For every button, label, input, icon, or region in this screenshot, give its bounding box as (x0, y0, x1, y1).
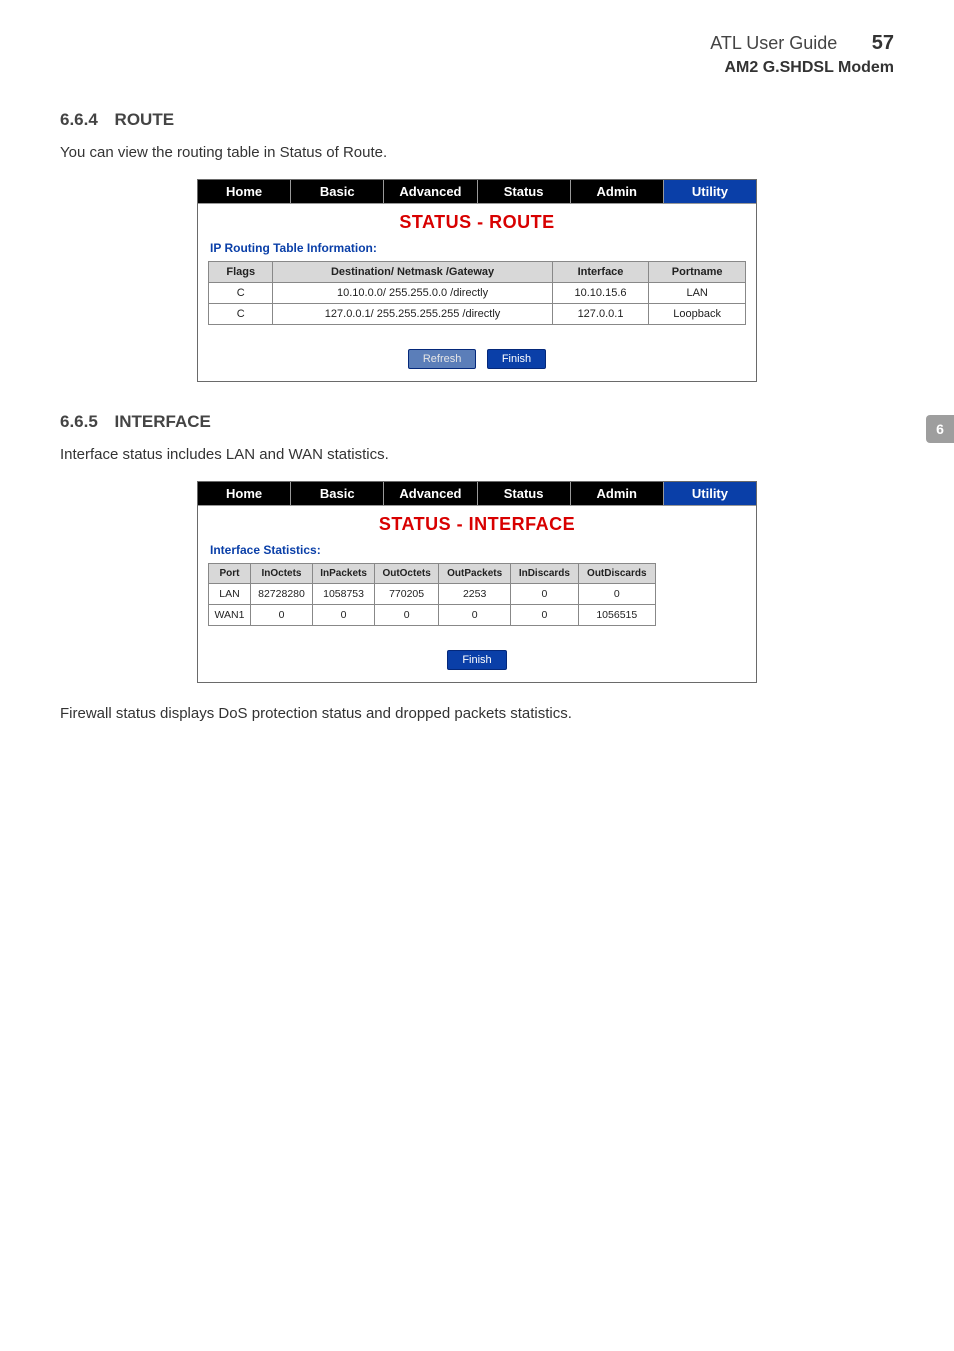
screenshot-subtitle: IP Routing Table Information: (198, 237, 756, 261)
cell: 0 (578, 584, 655, 605)
screenshot-subtitle: Interface Statistics: (198, 539, 756, 563)
table-row: LAN 82728280 1058753 770205 2253 0 0 (209, 584, 656, 605)
col-destination: Destination/ Netmask /Gateway (273, 262, 552, 283)
table-row: WAN1 0 0 0 0 0 1056515 (209, 605, 656, 626)
col-outpackets: OutPackets (439, 564, 511, 584)
cell: 0 (313, 605, 375, 626)
firewall-body-text: Firewall status displays DoS protection … (60, 705, 894, 722)
tab-basic[interactable]: Basic (291, 180, 384, 203)
cell-dest: 127.0.0.1/ 255.255.255.255 /directly (273, 304, 552, 325)
cell: 82728280 (250, 584, 312, 605)
cell-iface: 10.10.15.6 (552, 283, 649, 304)
cell: 770205 (375, 584, 439, 605)
screenshot-status-interface: Home Basic Advanced Status Admin Utility… (197, 481, 757, 683)
cell-dest: 10.10.0.0/ 255.255.0.0 /directly (273, 283, 552, 304)
cell: WAN1 (209, 605, 251, 626)
cell: 2253 (439, 584, 511, 605)
cell-flags: C (209, 283, 273, 304)
tab-home[interactable]: Home (198, 180, 291, 203)
col-outoctets: OutOctets (375, 564, 439, 584)
routing-table: Flags Destination/ Netmask /Gateway Inte… (208, 261, 746, 325)
screenshot-title: STATUS - INTERFACE (198, 506, 756, 539)
tab-basic[interactable]: Basic (291, 482, 384, 505)
cell: LAN (209, 584, 251, 605)
finish-button[interactable]: Finish (487, 349, 546, 369)
tab-admin[interactable]: Admin (571, 180, 664, 203)
tab-advanced[interactable]: Advanced (384, 180, 477, 203)
guide-title: ATL User Guide (710, 33, 837, 54)
section-number: 6.6.4 (60, 110, 98, 129)
tab-utility[interactable]: Utility (664, 180, 756, 203)
section-title: INTERFACE (115, 412, 211, 431)
tab-admin[interactable]: Admin (571, 482, 664, 505)
col-inoctets: InOctets (250, 564, 312, 584)
page-header: ATL User Guide 57 AM2 G.SHDSL Modem (710, 32, 894, 77)
section-number: 6.6.5 (60, 412, 98, 431)
col-outdiscards: OutDiscards (578, 564, 655, 584)
tab-status[interactable]: Status (478, 180, 571, 203)
interface-body-text: Interface status includes LAN and WAN st… (60, 446, 894, 463)
tab-utility[interactable]: Utility (664, 482, 756, 505)
col-inpackets: InPackets (313, 564, 375, 584)
product-name: AM2 G.SHDSL Modem (710, 59, 894, 77)
section-heading-interface: 6.6.5 INTERFACE (60, 412, 894, 432)
chapter-tab: 6 (926, 415, 954, 443)
cell: 0 (375, 605, 439, 626)
route-body-text: You can view the routing table in Status… (60, 144, 894, 161)
finish-button[interactable]: Finish (447, 650, 506, 670)
col-port: Port (209, 564, 251, 584)
table-header-row: Port InOctets InPackets OutOctets OutPac… (209, 564, 656, 584)
cell: 0 (439, 605, 511, 626)
interface-table: Port InOctets InPackets OutOctets OutPac… (208, 563, 656, 626)
section-heading-route: 6.6.4 ROUTE (60, 110, 894, 130)
tab-status[interactable]: Status (478, 482, 571, 505)
refresh-button[interactable]: Refresh (408, 349, 477, 369)
page-number: 57 (872, 32, 894, 55)
tab-advanced[interactable]: Advanced (384, 482, 477, 505)
cell-port: Loopback (649, 304, 746, 325)
cell: 0 (511, 605, 578, 626)
cell: 1056515 (578, 605, 655, 626)
col-interface: Interface (552, 262, 649, 283)
table-row: C 10.10.0.0/ 255.255.0.0 /directly 10.10… (209, 283, 746, 304)
cell-iface: 127.0.0.1 (552, 304, 649, 325)
tab-home[interactable]: Home (198, 482, 291, 505)
nav-tabs: Home Basic Advanced Status Admin Utility (198, 482, 756, 506)
col-flags: Flags (209, 262, 273, 283)
screenshot-title: STATUS - ROUTE (198, 204, 756, 237)
col-portname: Portname (649, 262, 746, 283)
cell-port: LAN (649, 283, 746, 304)
table-header-row: Flags Destination/ Netmask /Gateway Inte… (209, 262, 746, 283)
nav-tabs: Home Basic Advanced Status Admin Utility (198, 180, 756, 204)
cell-flags: C (209, 304, 273, 325)
screenshot-status-route: Home Basic Advanced Status Admin Utility… (197, 179, 757, 382)
cell: 0 (511, 584, 578, 605)
cell: 0 (250, 605, 312, 626)
cell: 1058753 (313, 584, 375, 605)
col-indiscards: InDiscards (511, 564, 578, 584)
table-row: C 127.0.0.1/ 255.255.255.255 /directly 1… (209, 304, 746, 325)
section-title: ROUTE (115, 110, 175, 129)
